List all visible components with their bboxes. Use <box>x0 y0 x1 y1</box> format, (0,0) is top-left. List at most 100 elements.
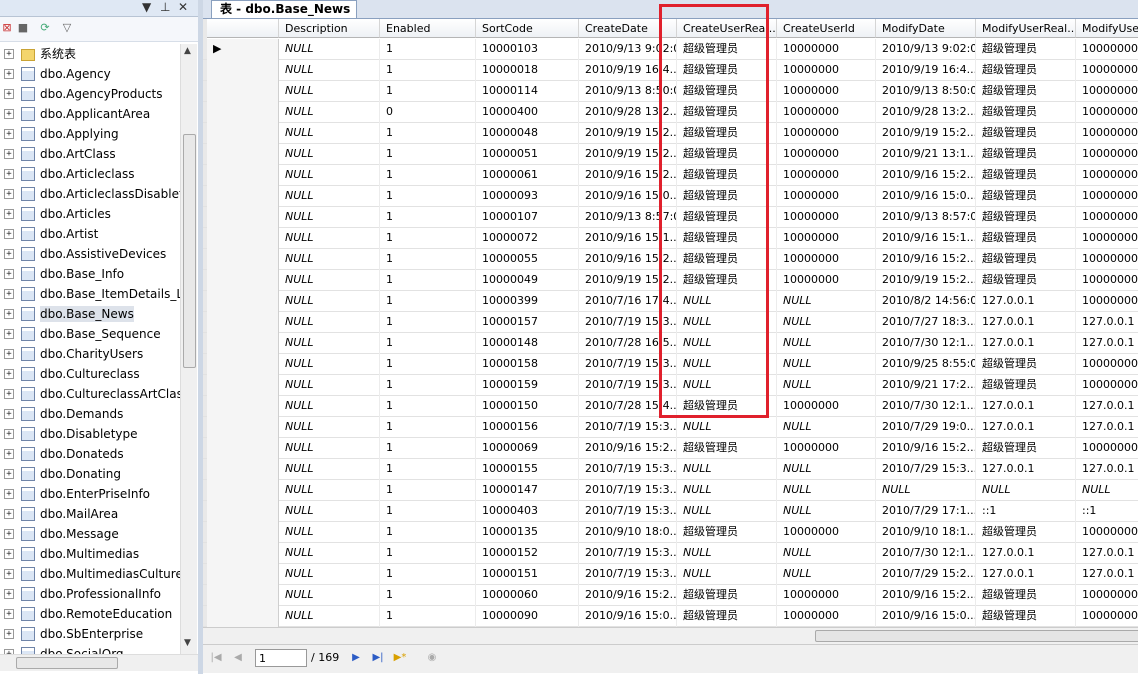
cell-sortcode[interactable]: 10000400 <box>476 102 579 123</box>
cell-create-user-realname[interactable]: 超级管理员 <box>677 165 777 186</box>
cell-sortcode[interactable]: 10000049 <box>476 270 579 291</box>
cell-description[interactable]: NULL <box>279 249 380 270</box>
dropdown-icon[interactable]: ▼ <box>142 0 151 14</box>
cell-modify-user-realname[interactable]: 超级管理员 <box>976 438 1076 459</box>
cell-create-date[interactable]: 2010/9/19 15:2... <box>579 144 677 165</box>
tree-table-item[interactable]: + dbo.Donating <box>0 464 180 484</box>
cell-create-user-realname[interactable]: NULL <box>677 459 777 480</box>
expand-icon[interactable]: + <box>4 589 14 599</box>
cell-create-date[interactable]: 2010/9/13 8:50:00 <box>579 81 677 102</box>
row-selector[interactable] <box>207 333 279 354</box>
cell-create-date[interactable]: 2010/9/16 15:2... <box>579 165 677 186</box>
cell-description[interactable]: NULL <box>279 564 380 585</box>
cell-modify-user-id[interactable]: 127.0.0.1 <box>1076 564 1138 585</box>
cell-sortcode[interactable]: 10000147 <box>476 480 579 501</box>
table-row[interactable]: NULL 1 10000048 2010/9/19 15:2... 超级管理员 10000… <box>203 123 1138 144</box>
cell-modify-user-realname[interactable]: 超级管理员 <box>976 102 1076 123</box>
column-header-modify-user-realname[interactable]: ModifyUserReal... <box>976 19 1076 38</box>
tree-table-item[interactable]: + dbo.Message <box>0 524 180 544</box>
cell-sortcode[interactable]: 10000399 <box>476 291 579 312</box>
expand-icon[interactable]: + <box>4 389 14 399</box>
cell-create-user-id[interactable]: NULL <box>777 291 876 312</box>
cell-modify-user-realname[interactable]: ::1 <box>976 501 1076 522</box>
tree-table-item[interactable]: + dbo.Cultureclass <box>0 364 180 384</box>
expand-icon[interactable]: + <box>4 229 14 239</box>
row-selector[interactable] <box>207 459 279 480</box>
cell-create-date[interactable]: 2010/7/19 15:3... <box>579 564 677 585</box>
cell-modify-date[interactable]: NULL <box>876 480 976 501</box>
scrollbar-thumb[interactable] <box>16 657 118 669</box>
row-selector[interactable] <box>207 354 279 375</box>
cell-description[interactable]: NULL <box>279 60 380 81</box>
cell-enabled[interactable]: 1 <box>380 354 476 375</box>
cell-modify-user-id[interactable]: 10000000 <box>1076 228 1138 249</box>
explorer-vertical-scrollbar[interactable]: ▲ ▼ <box>180 44 197 654</box>
cell-enabled[interactable]: 1 <box>380 144 476 165</box>
cell-sortcode[interactable]: 10000103 <box>476 39 579 60</box>
cell-modify-date[interactable]: 2010/9/13 8:50:00 <box>876 81 976 102</box>
row-selector[interactable] <box>207 60 279 81</box>
table-row[interactable]: NULL 1 10000151 2010/7/19 15:3... NULL NULL 20… <box>203 564 1138 585</box>
cell-modify-user-id[interactable]: 10000000 <box>1076 522 1138 543</box>
cell-description[interactable]: NULL <box>279 270 380 291</box>
cell-enabled[interactable]: 1 <box>380 522 476 543</box>
cell-enabled[interactable]: 1 <box>380 606 476 627</box>
cell-modify-user-realname[interactable]: 127.0.0.1 <box>976 564 1076 585</box>
table-row[interactable]: NULL 1 10000150 2010/7/28 15:4... 超级管理员 10000… <box>203 396 1138 417</box>
tree-table-item[interactable]: + dbo.Applying <box>0 124 180 144</box>
cell-modify-date[interactable]: 2010/9/16 15:2... <box>876 438 976 459</box>
tree-table-item[interactable]: + dbo.AgencyProducts <box>0 84 180 104</box>
cell-description[interactable]: NULL <box>279 606 380 627</box>
cell-description[interactable]: NULL <box>279 123 380 144</box>
cell-enabled[interactable]: 1 <box>380 291 476 312</box>
cell-sortcode[interactable]: 10000051 <box>476 144 579 165</box>
cell-modify-user-realname[interactable]: 超级管理员 <box>976 585 1076 606</box>
cell-modify-user-realname[interactable]: 127.0.0.1 <box>976 459 1076 480</box>
table-row[interactable]: NULL 1 10000135 2010/9/10 18:0... 超级管理员 10000… <box>203 522 1138 543</box>
cell-modify-user-id[interactable]: 127.0.0.1 <box>1076 396 1138 417</box>
cell-create-user-realname[interactable]: 超级管理员 <box>677 123 777 144</box>
cell-modify-user-realname[interactable]: 127.0.0.1 <box>976 396 1076 417</box>
cell-description[interactable]: NULL <box>279 480 380 501</box>
cell-sortcode[interactable]: 10000403 <box>476 501 579 522</box>
cell-sortcode[interactable]: 10000072 <box>476 228 579 249</box>
row-selector[interactable] <box>207 81 279 102</box>
grid-horizontal-scrollbar[interactable] <box>203 627 1138 644</box>
cell-modify-date[interactable]: 2010/9/19 15:2... <box>876 270 976 291</box>
expand-icon[interactable]: + <box>4 49 14 59</box>
table-row[interactable]: ▶NULL1100001032010/9/13 9:02:00超级管理员1000… <box>203 39 1138 60</box>
cell-modify-user-id[interactable]: 127.0.0.1 <box>1076 312 1138 333</box>
expand-icon[interactable]: + <box>4 309 14 319</box>
table-row[interactable]: NULL 1 10000018 2010/9/19 16:4... 超级管理员 10000… <box>203 60 1138 81</box>
row-selector[interactable]: ▶ <box>207 39 279 60</box>
cell-enabled[interactable]: 1 <box>380 585 476 606</box>
table-row[interactable]: NULL 1 10000158 2010/7/19 15:3... NULL NULL 20… <box>203 354 1138 375</box>
column-header-create-user-id[interactable]: CreateUserId <box>777 19 876 38</box>
cell-create-user-id[interactable]: NULL <box>777 375 876 396</box>
cell-create-date[interactable]: 2010/9/13 9:02:00 <box>579 39 677 60</box>
cell-sortcode[interactable]: 10000151 <box>476 564 579 585</box>
cell-sortcode[interactable]: 10000156 <box>476 417 579 438</box>
row-selector[interactable] <box>207 396 279 417</box>
filter-icon[interactable]: ▽ <box>60 21 74 35</box>
cell-sortcode[interactable]: 10000114 <box>476 81 579 102</box>
cell-create-user-id[interactable]: 10000000 <box>777 144 876 165</box>
cell-enabled[interactable]: 1 <box>380 81 476 102</box>
cell-create-date[interactable]: 2010/9/28 13:2... <box>579 102 677 123</box>
cell-modify-user-realname[interactable]: 超级管理员 <box>976 165 1076 186</box>
cell-enabled[interactable]: 1 <box>380 417 476 438</box>
cell-modify-date[interactable]: 2010/9/13 8:57:00 <box>876 207 976 228</box>
cell-create-user-id[interactable]: 10000000 <box>777 438 876 459</box>
cell-create-user-id[interactable]: 10000000 <box>777 396 876 417</box>
cell-sortcode[interactable]: 10000159 <box>476 375 579 396</box>
cell-create-user-realname[interactable]: 超级管理员 <box>677 438 777 459</box>
cell-create-user-id[interactable]: NULL <box>777 564 876 585</box>
cell-sortcode[interactable]: 10000152 <box>476 543 579 564</box>
column-header-modify-user-id[interactable]: ModifyUser <box>1076 19 1138 38</box>
cell-create-user-realname[interactable]: 超级管理员 <box>677 207 777 228</box>
cell-enabled[interactable]: 1 <box>380 123 476 144</box>
row-selector[interactable] <box>207 585 279 606</box>
cell-modify-date[interactable]: 2010/7/30 12:1... <box>876 543 976 564</box>
tree-table-item[interactable]: + dbo.RemoteEducation <box>0 604 180 624</box>
row-selector[interactable] <box>207 375 279 396</box>
